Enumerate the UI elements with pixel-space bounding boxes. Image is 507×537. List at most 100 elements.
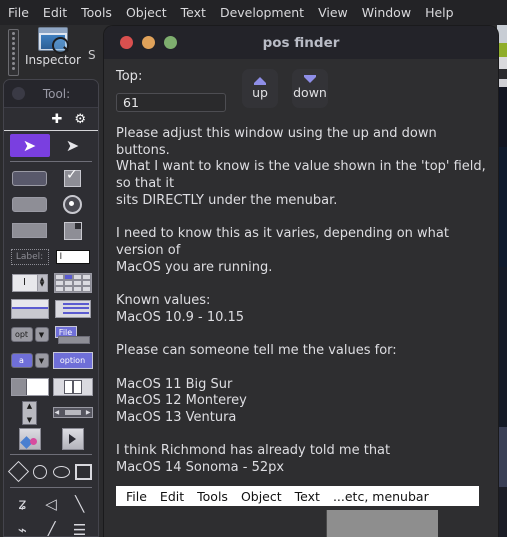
toolbar-item-inspector[interactable]: Inspector bbox=[22, 27, 84, 67]
checkbox-icon bbox=[64, 167, 81, 187]
pointer-move-icon: ➤ bbox=[65, 135, 80, 155]
down-button[interactable]: down bbox=[292, 69, 328, 108]
tool-line[interactable]: ╲ bbox=[69, 493, 91, 516]
tool-data-grid[interactable] bbox=[53, 271, 93, 294]
tool-player[interactable] bbox=[53, 427, 93, 450]
plus-icon[interactable]: ✚ bbox=[51, 113, 62, 126]
tool-divider-1 bbox=[10, 161, 92, 162]
option-menu-icon: opt ▼ bbox=[10, 327, 49, 342]
tool-label[interactable]: Label: bbox=[10, 245, 50, 268]
tool-pointer-move[interactable]: ➤ bbox=[53, 134, 93, 157]
diamond-icon bbox=[8, 460, 30, 483]
down-button-label: down bbox=[293, 85, 327, 100]
tool-pointer[interactable]: ➤ bbox=[9, 134, 50, 157]
sliver-band-7 bbox=[497, 147, 507, 267]
pointer-icon: ➤ bbox=[22, 135, 37, 155]
up-button[interactable]: up bbox=[242, 69, 278, 108]
top-field-group: Top: bbox=[116, 69, 236, 112]
tool-text-style[interactable]: ☰ bbox=[69, 519, 91, 537]
tool-option-menu[interactable]: opt ▼ bbox=[10, 323, 50, 346]
toolbar-drag-handle[interactable] bbox=[8, 29, 19, 76]
menu-item-window[interactable]: Window bbox=[362, 5, 411, 20]
this-stack-box[interactable]: This Stack bbox=[326, 510, 438, 537]
mini-menu-item-edit[interactable]: Edit bbox=[160, 489, 184, 504]
tool-square-shape[interactable] bbox=[73, 460, 95, 483]
triangle-down-icon bbox=[304, 75, 316, 83]
option-menu-glyph: opt bbox=[10, 327, 33, 342]
zoom-button[interactable] bbox=[164, 36, 177, 49]
tool-vertical-scrollbar[interactable]: ▲ ▼ bbox=[10, 400, 50, 425]
sliver-band-10 bbox=[497, 487, 507, 537]
tool-field-stepper[interactable]: I ▲ ▼ bbox=[10, 271, 50, 294]
background-window-sliver[interactable] bbox=[497, 25, 507, 537]
close-button[interactable] bbox=[120, 36, 133, 49]
tool-multi-pane[interactable] bbox=[52, 375, 93, 398]
menu-item-file[interactable]: File bbox=[8, 5, 29, 20]
instructions-text: Please adjust this window using the up a… bbox=[116, 126, 486, 476]
traffic-lights bbox=[104, 36, 177, 49]
push-button-icon bbox=[12, 171, 47, 186]
radio-button-icon bbox=[63, 195, 82, 214]
tool-palette-close-button[interactable] bbox=[12, 87, 25, 100]
tool-polygon[interactable]: ◁ bbox=[40, 493, 62, 516]
combo-field-glyph: a bbox=[10, 353, 33, 368]
mini-menu-item-etc[interactable]: ...etc, menubar bbox=[333, 489, 429, 504]
file-menu-icon: File bbox=[54, 326, 91, 344]
menu-item-edit[interactable]: Edit bbox=[43, 5, 67, 20]
tool-palette-titlebar[interactable]: Tool: bbox=[4, 80, 98, 108]
gear-icon[interactable]: ⚙ bbox=[74, 113, 86, 126]
tool-brush[interactable]: ╱ bbox=[40, 519, 62, 537]
tool-text-field[interactable]: I bbox=[53, 245, 93, 268]
mini-menubar-sample: File Edit Tools Object Text ...etc, menu… bbox=[116, 486, 479, 506]
tool-bucket[interactable]: ⌁ bbox=[11, 519, 33, 537]
tool-rect-button[interactable] bbox=[10, 219, 50, 242]
tool-diamond-shape[interactable] bbox=[8, 460, 30, 483]
tool-divider-2 bbox=[10, 454, 92, 455]
text-style-icon: ☰ bbox=[72, 521, 87, 537]
minimize-button[interactable] bbox=[142, 36, 155, 49]
menu-item-text[interactable]: Text bbox=[181, 5, 206, 20]
tool-palette-window[interactable]: Tool: ✚ ⚙ ➤ ➤ Label: bbox=[3, 79, 99, 537]
sliver-band-3 bbox=[497, 57, 507, 69]
tool-combo-field[interactable]: a ▼ bbox=[10, 349, 50, 372]
horizontal-scrollbar-icon: ◀ ▶ bbox=[52, 407, 93, 418]
sliver-band-4 bbox=[497, 69, 507, 79]
tool-rounded-button[interactable] bbox=[10, 193, 50, 216]
menubar: File Edit Tools Object Text Development … bbox=[0, 0, 507, 25]
rect-button-icon bbox=[12, 223, 47, 238]
tool-radio-button[interactable] bbox=[53, 193, 93, 216]
pos-finder-window[interactable]: pos finder Top: up down Please adjust th… bbox=[104, 26, 498, 537]
menu-item-view[interactable]: View bbox=[318, 5, 348, 20]
menu-item-help[interactable]: Help bbox=[425, 5, 454, 20]
mini-menu-item-object[interactable]: Object bbox=[241, 489, 282, 504]
triangle-up-icon bbox=[254, 77, 266, 85]
tool-combo-box[interactable] bbox=[10, 297, 50, 320]
tool-curve[interactable]: ʑ bbox=[11, 493, 33, 516]
top-label: Top: bbox=[116, 69, 143, 84]
tool-split-pane[interactable] bbox=[10, 375, 50, 398]
tool-card[interactable] bbox=[53, 219, 93, 242]
mini-menu-item-text[interactable]: Text bbox=[295, 489, 320, 504]
tool-file-menu[interactable]: File bbox=[53, 323, 93, 346]
menu-item-tools[interactable]: Tools bbox=[81, 5, 112, 20]
tool-push-button[interactable] bbox=[10, 167, 50, 190]
tool-circle-shape[interactable] bbox=[30, 460, 52, 483]
tool-image[interactable] bbox=[10, 427, 50, 450]
tool-horizontal-scrollbar[interactable]: ◀ ▶ bbox=[52, 401, 93, 424]
combo-box-icon bbox=[10, 298, 49, 319]
top-controls-row: Top: up down bbox=[104, 59, 498, 112]
image-icon bbox=[18, 427, 41, 450]
circle-icon bbox=[33, 464, 48, 479]
tool-option-button[interactable]: option bbox=[52, 349, 93, 372]
square-icon bbox=[74, 463, 92, 480]
mini-menu-item-file[interactable]: File bbox=[126, 489, 147, 504]
tool-oval-shape[interactable] bbox=[51, 460, 73, 483]
top-input[interactable] bbox=[116, 93, 226, 112]
mini-menu-item-tools[interactable]: Tools bbox=[197, 489, 228, 504]
window-titlebar[interactable]: pos finder bbox=[104, 26, 498, 59]
list-icon bbox=[54, 299, 91, 318]
menu-item-development[interactable]: Development bbox=[220, 5, 304, 20]
tool-checkbox[interactable] bbox=[53, 167, 93, 190]
tool-list[interactable] bbox=[53, 297, 93, 320]
menu-item-object[interactable]: Object bbox=[126, 5, 167, 20]
